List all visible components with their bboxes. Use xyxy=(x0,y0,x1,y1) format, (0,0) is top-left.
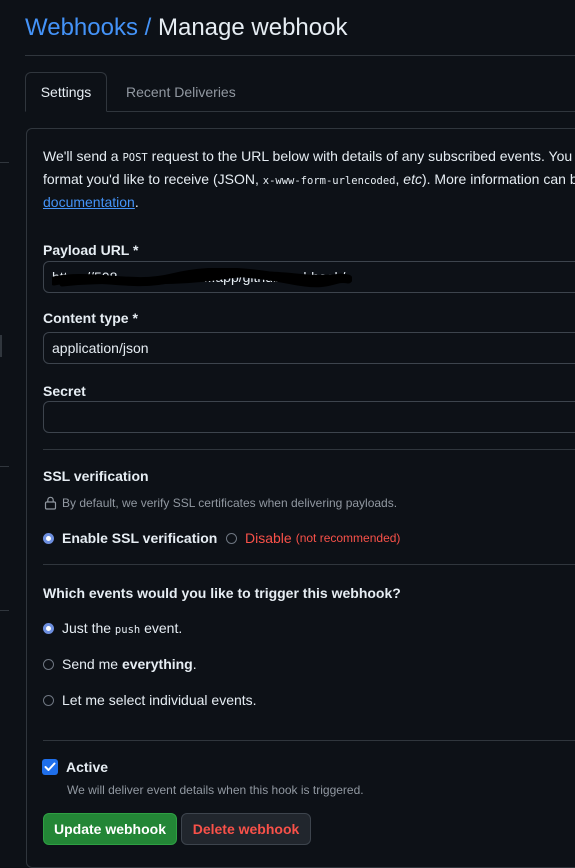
update-webhook-button[interactable]: Update webhook xyxy=(43,813,177,845)
ssl-disable-option[interactable]: Disable (not recommended) xyxy=(226,530,400,546)
breadcrumb-separator: / xyxy=(144,14,152,41)
content-type-label: Content type * xyxy=(43,310,138,326)
events-push-option[interactable]: Just the push event. xyxy=(43,620,182,636)
ssl-disable-radio[interactable] xyxy=(226,532,237,544)
ssl-note: By default, we verify SSL certificates w… xyxy=(44,496,397,510)
tabs-divider xyxy=(25,111,575,112)
ssl-enable-option[interactable]: Enable SSL verification xyxy=(43,530,217,546)
ssl-disable-label: Disable xyxy=(245,530,292,546)
delete-webhook-button[interactable]: Delete webhook xyxy=(181,813,311,845)
section-divider xyxy=(43,564,575,565)
side-divider xyxy=(0,610,9,611)
events-individual-option[interactable]: Let me select individual events. xyxy=(43,692,257,708)
events-push-label: Just the push event. xyxy=(62,620,183,636)
active-option[interactable]: Active xyxy=(42,759,108,775)
events-individual-radio[interactable] xyxy=(43,694,54,706)
content-type-select[interactable]: application/json xyxy=(43,332,575,364)
lock-icon xyxy=(44,496,57,510)
tab-recent-deliveries[interactable]: Recent Deliveries xyxy=(126,72,236,112)
post-method-code: POST xyxy=(122,152,148,164)
side-divider xyxy=(0,162,9,163)
section-divider xyxy=(43,740,575,741)
payload-url-label: Payload URL * xyxy=(43,242,139,258)
side-divider xyxy=(0,466,9,467)
side-divider xyxy=(0,335,2,357)
ssl-disable-note: (not recommended) xyxy=(295,531,401,545)
section-divider xyxy=(43,449,575,450)
intro-text: We'll send a POST request to the URL bel… xyxy=(43,148,575,210)
redaction-scribble xyxy=(52,268,352,288)
events-question: Which events would you like to trigger t… xyxy=(43,585,401,601)
ssl-enable-label: Enable SSL verification xyxy=(62,530,218,546)
documentation-link[interactable]: documentation xyxy=(43,194,135,210)
content-type-value: application/json xyxy=(52,340,149,356)
events-everything-option[interactable]: Send me everything. xyxy=(43,656,197,672)
format-code: x-www-form-urlencoded xyxy=(262,175,396,187)
breadcrumb-current: Manage webhook xyxy=(157,14,348,41)
active-checkbox[interactable] xyxy=(42,759,58,775)
events-everything-radio[interactable] xyxy=(43,658,54,670)
page-title: Webhooks / Manage webhook xyxy=(25,14,347,42)
check-icon xyxy=(44,762,56,771)
secret-input[interactable] xyxy=(43,401,575,433)
events-individual-label: Let me select individual events. xyxy=(62,692,257,708)
header-divider xyxy=(25,55,575,56)
events-push-radio[interactable] xyxy=(43,622,54,634)
events-everything-label: Send me everything. xyxy=(62,656,197,672)
ssl-label: SSL verification xyxy=(43,468,149,484)
breadcrumb-webhooks-link[interactable]: Webhooks xyxy=(25,14,138,41)
ssl-enable-radio[interactable] xyxy=(43,532,54,544)
secret-label: Secret xyxy=(43,383,86,399)
active-label: Active xyxy=(66,759,109,775)
tab-settings[interactable]: Settings xyxy=(25,72,107,112)
ssl-note-text: By default, we verify SSL certificates w… xyxy=(62,496,398,510)
active-note: We will deliver event details when this … xyxy=(67,783,364,797)
